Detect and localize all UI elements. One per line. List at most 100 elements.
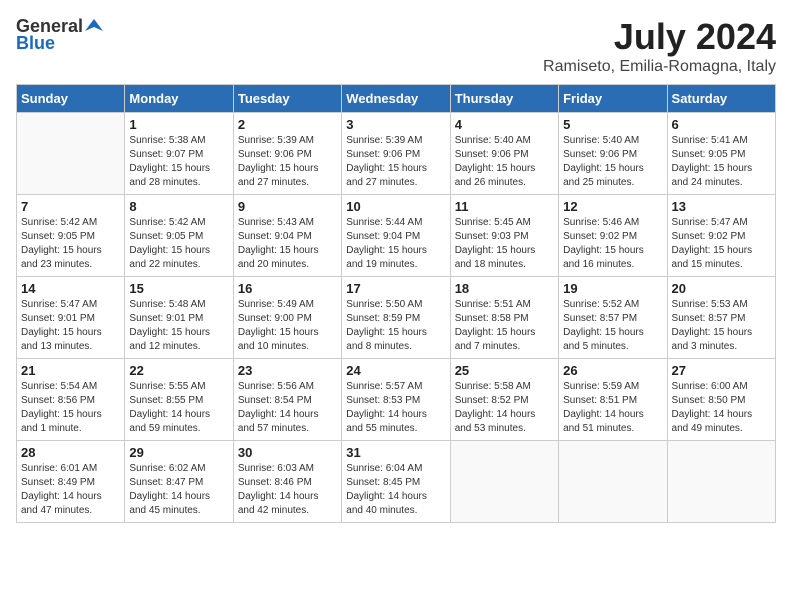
calendar-cell: 15Sunrise: 5:48 AMSunset: 9:01 PMDayligh…	[125, 277, 233, 359]
day-number: 13	[672, 199, 771, 214]
day-number: 21	[21, 363, 120, 378]
calendar-cell: 1Sunrise: 5:38 AMSunset: 9:07 PMDaylight…	[125, 113, 233, 195]
calendar-cell	[559, 441, 667, 523]
day-number: 2	[238, 117, 337, 132]
day-number: 24	[346, 363, 445, 378]
day-info: Sunrise: 5:52 AMSunset: 8:57 PMDaylight:…	[563, 298, 662, 354]
day-number: 4	[455, 117, 554, 132]
calendar-cell: 3 Sunrise: 5:39 AMSunset: 9:06 PMDaylight…	[342, 113, 450, 195]
day-info: Sunrise: 5:50 AMSunset: 8:59 PMDaylight:…	[346, 298, 445, 354]
calendar-header-row: SundayMondayTuesdayWednesdayThursdayFrid…	[17, 85, 776, 113]
day-info: Sunrise: 5:39 AMSunset: 9:06 PMDaylight:…	[346, 134, 445, 190]
calendar-cell: 12 Sunrise: 5:46 AMSunset: 9:02 PMDayligh…	[559, 195, 667, 277]
day-info: Sunrise: 5:43 AMSunset: 9:04 PMDaylight:…	[238, 216, 337, 272]
day-info: Sunrise: 6:00 AMSunset: 8:50 PMDaylight:…	[672, 380, 771, 436]
day-number: 8	[129, 199, 228, 214]
day-info: Sunrise: 5:39 AMSunset: 9:06 PMDaylight:…	[238, 134, 337, 190]
calendar-cell: 14 Sunrise: 5:47 AMSunset: 9:01 PMDayligh…	[17, 277, 125, 359]
day-info: Sunrise: 5:56 AMSunset: 8:54 PMDaylight:…	[238, 380, 337, 436]
logo-blue: Blue	[16, 33, 55, 54]
day-number: 31	[346, 445, 445, 460]
header-wednesday: Wednesday	[342, 85, 450, 113]
day-number: 25	[455, 363, 554, 378]
header-saturday: Saturday	[667, 85, 775, 113]
header-monday: Monday	[125, 85, 233, 113]
calendar-cell	[667, 441, 775, 523]
day-info: Sunrise: 5:58 AMSunset: 8:52 PMDaylight:…	[455, 380, 554, 436]
day-number: 16	[238, 281, 337, 296]
calendar-cell: 24 Sunrise: 5:57 AMSunset: 8:53 PMDayligh…	[342, 359, 450, 441]
header-sunday: Sunday	[17, 85, 125, 113]
header-thursday: Thursday	[450, 85, 558, 113]
calendar-cell: 31 Sunrise: 6:04 AMSunset: 8:45 PMDayligh…	[342, 441, 450, 523]
day-number: 6	[672, 117, 771, 132]
calendar-cell: 11 Sunrise: 5:45 AMSunset: 9:03 PMDayligh…	[450, 195, 558, 277]
day-number: 18	[455, 281, 554, 296]
calendar-title: July 2024	[543, 16, 776, 58]
page-header: General Blue July 2024 Ramiseto, Emilia-…	[16, 16, 776, 76]
day-info: Sunrise: 5:40 AMSunset: 9:06 PMDaylight:…	[455, 134, 554, 190]
day-number: 28	[21, 445, 120, 460]
day-number: 9	[238, 199, 337, 214]
calendar-cell: 5Sunrise: 5:40 AMSunset: 9:06 PMDaylight…	[559, 113, 667, 195]
day-info: Sunrise: 5:46 AMSunset: 9:02 PMDaylight:…	[563, 216, 662, 272]
day-info: Sunrise: 5:54 AMSunset: 8:56 PMDaylight:…	[21, 380, 120, 436]
day-number: 14	[21, 281, 120, 296]
calendar-cell: 4 Sunrise: 5:40 AMSunset: 9:06 PMDaylight…	[450, 113, 558, 195]
calendar-cell: 17 Sunrise: 5:50 AMSunset: 8:59 PMDayligh…	[342, 277, 450, 359]
week-row-1: 1Sunrise: 5:38 AMSunset: 9:07 PMDaylight…	[17, 113, 776, 195]
calendar-cell: 29 Sunrise: 6:02 AMSunset: 8:47 PMDayligh…	[125, 441, 233, 523]
day-number: 26	[563, 363, 662, 378]
calendar-cell: 25 Sunrise: 5:58 AMSunset: 8:52 PMDayligh…	[450, 359, 558, 441]
day-info: Sunrise: 6:04 AMSunset: 8:45 PMDaylight:…	[346, 462, 445, 518]
week-row-4: 21 Sunrise: 5:54 AMSunset: 8:56 PMDayligh…	[17, 359, 776, 441]
day-info: Sunrise: 5:57 AMSunset: 8:53 PMDaylight:…	[346, 380, 445, 436]
day-info: Sunrise: 5:47 AMSunset: 9:01 PMDaylight:…	[21, 298, 120, 354]
day-number: 20	[672, 281, 771, 296]
header-tuesday: Tuesday	[233, 85, 341, 113]
calendar-cell: 27 Sunrise: 6:00 AMSunset: 8:50 PMDayligh…	[667, 359, 775, 441]
day-number: 11	[455, 199, 554, 214]
day-info: Sunrise: 5:53 AMSunset: 8:57 PMDaylight:…	[672, 298, 771, 354]
calendar-cell: 18Sunrise: 5:51 AMSunset: 8:58 PMDayligh…	[450, 277, 558, 359]
day-number: 29	[129, 445, 228, 460]
logo-bird-icon	[85, 17, 103, 35]
calendar-cell: 7 Sunrise: 5:42 AMSunset: 9:05 PMDaylight…	[17, 195, 125, 277]
day-number: 10	[346, 199, 445, 214]
day-number: 3	[346, 117, 445, 132]
calendar-cell: 19 Sunrise: 5:52 AMSunset: 8:57 PMDayligh…	[559, 277, 667, 359]
calendar-subtitle: Ramiseto, Emilia-Romagna, Italy	[543, 58, 776, 76]
day-info: Sunrise: 5:42 AMSunset: 9:05 PMDaylight:…	[129, 216, 228, 272]
day-number: 27	[672, 363, 771, 378]
day-info: Sunrise: 6:03 AMSunset: 8:46 PMDaylight:…	[238, 462, 337, 518]
calendar-table: SundayMondayTuesdayWednesdayThursdayFrid…	[16, 84, 776, 523]
day-info: Sunrise: 5:44 AMSunset: 9:04 PMDaylight:…	[346, 216, 445, 272]
calendar-cell: 2 Sunrise: 5:39 AMSunset: 9:06 PMDaylight…	[233, 113, 341, 195]
calendar-cell	[450, 441, 558, 523]
day-info: Sunrise: 6:02 AMSunset: 8:47 PMDaylight:…	[129, 462, 228, 518]
day-number: 7	[21, 199, 120, 214]
calendar-cell: 23 Sunrise: 5:56 AMSunset: 8:54 PMDayligh…	[233, 359, 341, 441]
day-number: 12	[563, 199, 662, 214]
day-number: 17	[346, 281, 445, 296]
day-number: 22	[129, 363, 228, 378]
calendar-cell: 21 Sunrise: 5:54 AMSunset: 8:56 PMDayligh…	[17, 359, 125, 441]
day-info: Sunrise: 5:59 AMSunset: 8:51 PMDaylight:…	[563, 380, 662, 436]
day-number: 15	[129, 281, 228, 296]
day-number: 5	[563, 117, 662, 132]
day-number: 30	[238, 445, 337, 460]
day-info: Sunrise: 5:55 AMSunset: 8:55 PMDaylight:…	[129, 380, 228, 436]
calendar-cell: 30 Sunrise: 6:03 AMSunset: 8:46 PMDayligh…	[233, 441, 341, 523]
calendar-cell: 6Sunrise: 5:41 AMSunset: 9:05 PMDaylight…	[667, 113, 775, 195]
week-row-3: 14 Sunrise: 5:47 AMSunset: 9:01 PMDayligh…	[17, 277, 776, 359]
day-info: Sunrise: 5:45 AMSunset: 9:03 PMDaylight:…	[455, 216, 554, 272]
calendar-cell	[17, 113, 125, 195]
title-block: July 2024 Ramiseto, Emilia-Romagna, Ital…	[543, 16, 776, 76]
day-info: Sunrise: 5:42 AMSunset: 9:05 PMDaylight:…	[21, 216, 120, 272]
day-number: 19	[563, 281, 662, 296]
day-number: 23	[238, 363, 337, 378]
calendar-cell: 8 Sunrise: 5:42 AMSunset: 9:05 PMDaylight…	[125, 195, 233, 277]
calendar-cell: 26 Sunrise: 5:59 AMSunset: 8:51 PMDayligh…	[559, 359, 667, 441]
week-row-5: 28Sunrise: 6:01 AMSunset: 8:49 PMDayligh…	[17, 441, 776, 523]
calendar-cell: 9 Sunrise: 5:43 AMSunset: 9:04 PMDaylight…	[233, 195, 341, 277]
